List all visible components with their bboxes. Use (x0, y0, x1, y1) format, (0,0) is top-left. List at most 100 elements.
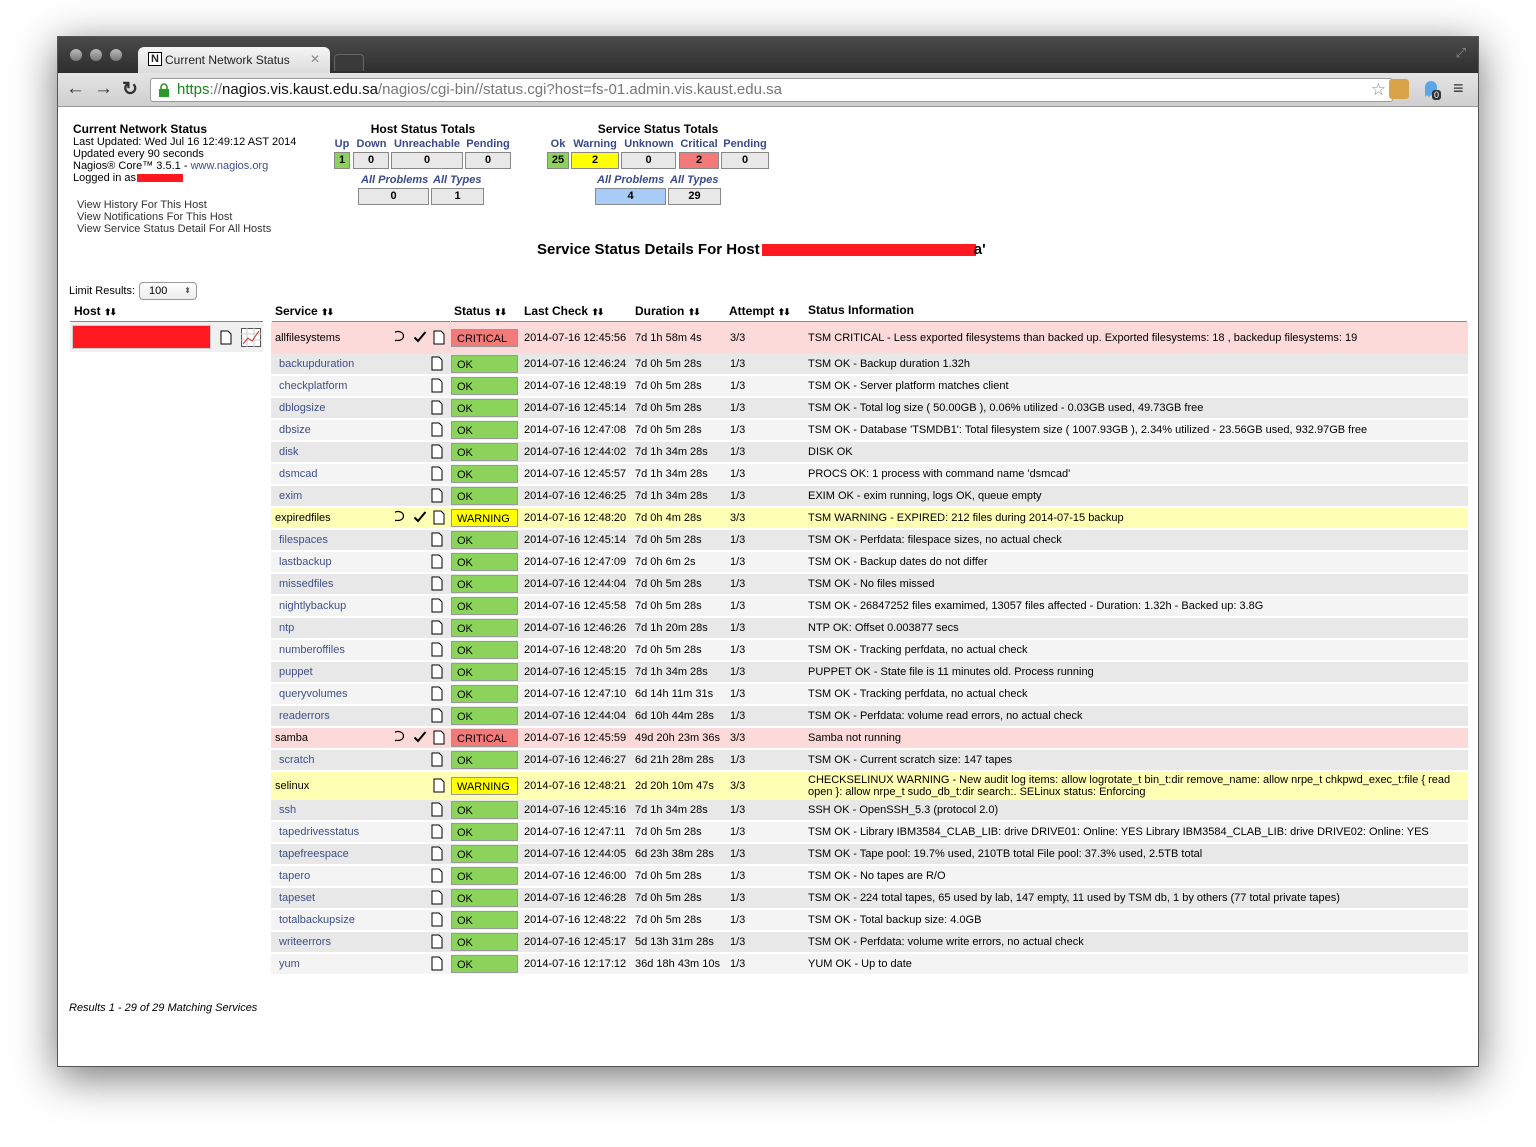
svc-all-types-count[interactable]: 29 (668, 188, 721, 205)
sort-service-icon[interactable]: ⬆⬇ (321, 307, 334, 317)
view-notifications-link[interactable]: View Notifications For This Host (77, 211, 232, 223)
acknowledged-icon[interactable] (413, 510, 427, 528)
host-graph-icon[interactable] (241, 328, 261, 347)
service-notes-icon[interactable] (431, 488, 443, 506)
service-notes-icon[interactable] (431, 664, 443, 682)
view-history-link[interactable]: View History For This Host (77, 199, 207, 211)
redacted-host-name[interactable] (72, 325, 211, 349)
sort-attempt-icon[interactable]: ⬆⬇ (778, 307, 791, 317)
service-name-link[interactable]: disk (279, 446, 299, 458)
service-notes-icon[interactable] (431, 466, 443, 484)
service-notes-icon[interactable] (431, 532, 443, 550)
service-notes-icon[interactable] (433, 730, 445, 748)
sort-host-icon[interactable]: ⬆⬇ (104, 307, 117, 317)
sort-lastcheck-icon[interactable]: ⬆⬇ (591, 307, 604, 317)
extension-face-icon[interactable] (1389, 79, 1409, 99)
service-name-link[interactable]: exim (279, 490, 302, 502)
service-name-link[interactable]: tapedrivesstatus (279, 826, 359, 838)
reload-button[interactable]: ↻ (122, 78, 138, 101)
service-notes-icon[interactable] (433, 330, 445, 348)
new-tab-button[interactable] (334, 54, 364, 71)
service-notes-icon[interactable] (431, 400, 443, 418)
service-notes-icon[interactable] (431, 890, 443, 908)
ghostery-icon[interactable]: 0 (1421, 79, 1442, 100)
service-name-link[interactable]: tapefreespace (279, 848, 349, 860)
service-notes-icon[interactable] (431, 444, 443, 462)
close-window-button[interactable] (70, 49, 82, 61)
service-name-link[interactable]: dblogsize (279, 402, 325, 414)
service-name-link[interactable]: puppet (279, 666, 313, 678)
service-name-link[interactable]: missedfiles (279, 578, 333, 590)
acknowledged-icon[interactable] (413, 730, 427, 748)
zoom-window-button[interactable] (110, 49, 122, 61)
service-name-link[interactable]: dsmcad (279, 468, 318, 480)
service-name-link[interactable]: yum (279, 958, 300, 970)
host-pending-count[interactable]: 0 (465, 152, 511, 169)
host-notes-icon[interactable] (220, 330, 232, 345)
service-notes-icon[interactable] (431, 956, 443, 974)
service-name-link[interactable]: samba (275, 732, 308, 744)
comment-icon[interactable] (395, 730, 405, 748)
service-name-link[interactable]: totalbackupsize (279, 914, 355, 926)
service-notes-icon[interactable] (431, 378, 443, 396)
service-notes-icon[interactable] (431, 868, 443, 886)
service-notes-icon[interactable] (431, 576, 443, 594)
service-name-link[interactable]: queryvolumes (279, 688, 347, 700)
svc-all-problems-count[interactable]: 4 (595, 188, 666, 205)
service-name-link[interactable]: writeerrors (279, 936, 331, 948)
bookmark-star-icon[interactable]: ☆ (1371, 79, 1386, 101)
service-name-link[interactable]: readerrors (279, 710, 330, 722)
browser-tab[interactable]: N Current Network Status ✕ (138, 47, 330, 73)
sort-duration-icon[interactable]: ⬆⬇ (688, 307, 701, 317)
forward-button[interactable]: → (94, 78, 113, 100)
acknowledged-icon[interactable] (413, 330, 427, 348)
service-notes-icon[interactable] (431, 912, 443, 930)
service-name-link[interactable]: nightlybackup (279, 600, 346, 612)
service-notes-icon[interactable] (431, 422, 443, 440)
close-tab-icon[interactable]: ✕ (310, 52, 320, 66)
service-notes-icon[interactable] (433, 510, 445, 528)
service-name-link[interactable]: ntp (279, 622, 294, 634)
address-bar[interactable]: https://nagios.vis.kaust.edu.sa/nagios/c… (150, 78, 1393, 102)
limit-results-select[interactable]: 100 ⬍ (139, 282, 197, 300)
service-name-link[interactable]: dbsize (279, 424, 311, 436)
comment-icon[interactable] (395, 330, 405, 348)
minimize-window-button[interactable] (90, 49, 102, 61)
service-notes-icon[interactable] (431, 642, 443, 660)
host-all-types-count[interactable]: 1 (431, 188, 484, 205)
host-down-count[interactable]: 0 (353, 152, 389, 169)
fullscreen-icon[interactable]: ⤢ (1456, 45, 1466, 61)
service-name-link[interactable]: scratch (279, 754, 314, 766)
service-notes-icon[interactable] (431, 686, 443, 704)
comment-icon[interactable] (395, 510, 405, 528)
host-up-count[interactable]: 1 (334, 152, 350, 169)
service-name-link[interactable]: ssh (279, 804, 296, 816)
sort-status-icon[interactable]: ⬆⬇ (494, 307, 507, 317)
service-notes-icon[interactable] (431, 598, 443, 616)
svc-unknown-count[interactable]: 0 (621, 152, 676, 169)
service-name-link[interactable]: tapero (279, 870, 310, 882)
service-notes-icon[interactable] (431, 846, 443, 864)
service-name-link[interactable]: checkplatform (279, 380, 347, 392)
service-name-link[interactable]: tapeset (279, 892, 315, 904)
svc-critical-count[interactable]: 2 (679, 152, 719, 169)
menu-icon[interactable]: ≡ (1453, 78, 1464, 99)
service-name-link[interactable]: allfilesystems (275, 332, 340, 344)
back-button[interactable]: ← (66, 78, 85, 100)
service-name-link[interactable]: selinux (275, 780, 309, 792)
nagios-org-link[interactable]: www.nagios.org (191, 160, 269, 172)
service-name-link[interactable]: numberoffiles (279, 644, 345, 656)
service-notes-icon[interactable] (431, 554, 443, 572)
host-unreachable-count[interactable]: 0 (391, 152, 463, 169)
service-notes-icon[interactable] (431, 752, 443, 770)
service-notes-icon[interactable] (431, 356, 443, 374)
service-name-link[interactable]: lastbackup (279, 556, 332, 568)
service-name-link[interactable]: expiredfiles (275, 512, 331, 524)
service-notes-icon[interactable] (431, 934, 443, 952)
service-notes-icon[interactable] (431, 802, 443, 820)
service-notes-icon[interactable] (433, 778, 445, 796)
service-notes-icon[interactable] (431, 824, 443, 842)
host-all-problems-count[interactable]: 0 (358, 188, 429, 205)
service-notes-icon[interactable] (431, 708, 443, 726)
svc-warning-count[interactable]: 2 (571, 152, 619, 169)
